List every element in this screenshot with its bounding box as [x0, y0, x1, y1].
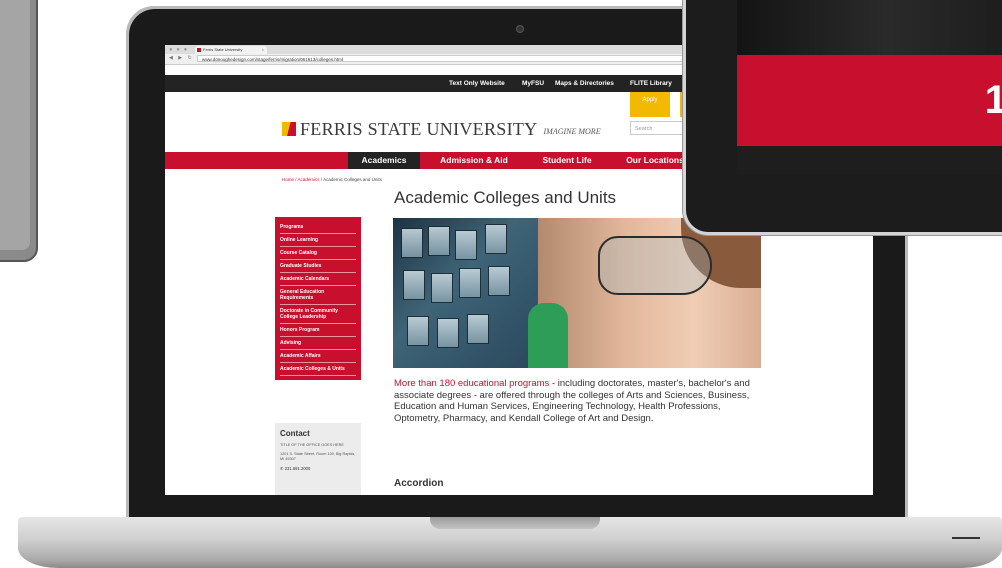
side-menu-item-honors[interactable]: Honors Program — [280, 324, 356, 337]
side-menu: Programs Online Learning Course Catalog … — [275, 217, 361, 380]
browser-tab[interactable]: Ferris State University × — [195, 46, 267, 54]
tablet-red-banner — [737, 55, 1002, 146]
window-controls-icon[interactable]: ● ● ● — [169, 47, 188, 53]
apply-button[interactable]: Apply — [630, 92, 670, 117]
side-menu-item-online-learning[interactable]: Online Learning — [280, 234, 356, 247]
link-maps[interactable]: Maps & Directories — [555, 75, 614, 92]
side-menu-item-advising[interactable]: Advising — [280, 337, 356, 350]
nav-admission-aid[interactable]: Admission & Aid — [427, 152, 521, 169]
side-menu-item-academic-calendars[interactable]: Academic Calendars — [280, 273, 356, 286]
breadcrumb-home[interactable]: Home — [282, 177, 294, 182]
side-menu-item-general-education[interactable]: General Education Requirements — [280, 286, 356, 305]
link-myfsu[interactable]: MyFSU — [522, 75, 544, 92]
side-menu-item-doctorate[interactable]: Doctorate in Community College Leadershi… — [280, 305, 356, 324]
nav-student-life[interactable]: Student Life — [527, 152, 607, 169]
tablet-footer — [737, 146, 1002, 174]
contact-phone-number: 231.591.2000 — [284, 466, 311, 471]
xray-film — [485, 224, 507, 254]
contact-box: Contact TITLE OF THE OFFICE GOES HERE 12… — [275, 423, 361, 495]
partial-device-screen — [0, 0, 30, 250]
intro-paragraph: More than 180 educational programs - inc… — [394, 378, 764, 424]
xray-film — [407, 316, 429, 346]
xray-film — [437, 318, 459, 348]
breadcrumb-current: Academic Colleges and Units — [323, 177, 382, 182]
close-tab-icon[interactable]: × — [262, 46, 264, 54]
nav-academics[interactable]: Academics — [348, 152, 420, 169]
breadcrumb-academics[interactable]: Academics — [298, 177, 320, 182]
contact-address: 1201 S. State Street, Room 100, Big Rapi… — [280, 452, 356, 461]
logo-text: FERRIS STATE UNIVERSITY — [300, 118, 538, 139]
xray-film — [459, 268, 481, 298]
glove-shape — [528, 303, 568, 368]
accordion-heading[interactable]: Accordion — [394, 478, 443, 489]
base-line — [952, 537, 980, 539]
xray-film — [403, 270, 425, 300]
tablet-banner-number: 1 — [984, 78, 1002, 122]
tablet-device: 1 — [686, 0, 1002, 232]
partial-device-left — [0, 0, 38, 262]
search-input[interactable]: Search — [630, 121, 690, 135]
breadcrumb: Home / Academics / Academic Colleges and… — [282, 177, 382, 182]
tablet-header-image — [737, 0, 1002, 55]
logo-tagline: IMAGINE MORE — [543, 127, 601, 136]
link-flite-library[interactable]: FLITE Library — [630, 75, 672, 92]
tab-title: Ferris State University — [203, 47, 243, 52]
side-menu-item-academic-affairs[interactable]: Academic Affairs — [280, 350, 356, 363]
intro-highlight-link[interactable]: More than 180 educational programs — [394, 378, 549, 389]
xray-film — [455, 230, 477, 260]
side-menu-item-graduate-studies[interactable]: Graduate Studies — [280, 260, 356, 273]
university-logo[interactable]: FERRIS STATE UNIVERSITY IMAGINE MORE — [282, 118, 601, 140]
camera-icon — [516, 25, 524, 33]
tablet-screen: 1 — [737, 0, 1002, 174]
link-text-only[interactable]: Text Only Website — [449, 75, 505, 92]
side-menu-item-programs[interactable]: Programs — [280, 221, 356, 234]
logo-mark-icon — [282, 122, 296, 136]
contact-heading: Contact — [280, 429, 310, 438]
browser-nav-icons[interactable]: ◀ ▶ ↻ — [169, 55, 194, 61]
student-photo — [538, 218, 761, 368]
hero-image — [393, 218, 761, 368]
favicon-icon — [197, 48, 201, 52]
contact-phone[interactable]: ✆ 231.591.2000 — [280, 466, 356, 471]
xray-film — [467, 314, 489, 344]
laptop-notch — [430, 517, 600, 529]
side-menu-item-course-catalog[interactable]: Course Catalog — [280, 247, 356, 260]
xray-film — [401, 228, 423, 258]
xray-film — [431, 273, 453, 303]
page-title: Academic Colleges and Units — [394, 188, 617, 207]
nav-our-locations[interactable]: Our Locations — [615, 152, 695, 169]
xray-film — [488, 266, 510, 296]
contact-office: TITLE OF THE OFFICE GOES HERE — [280, 443, 344, 447]
xray-film — [428, 226, 450, 256]
safety-glasses-shape — [598, 236, 712, 295]
side-menu-item-colleges-units[interactable]: Academic Colleges & Units — [280, 363, 356, 376]
